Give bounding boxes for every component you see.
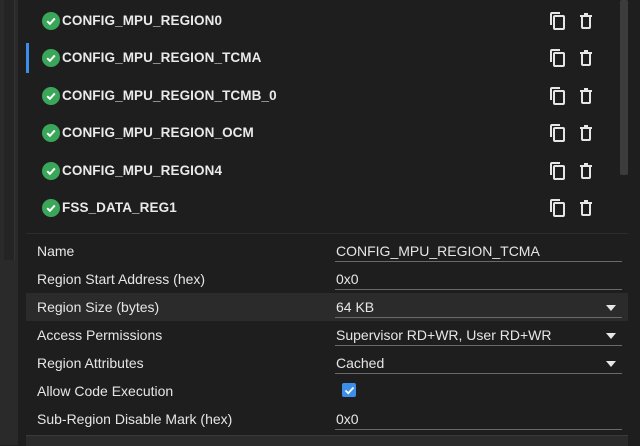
properties-panel: Name CONFIG_MPU_REGION_TCMA Region Start… [26,236,628,445]
prop-label: Region Start Address (hex) [37,271,206,287]
scrollbar-thumb[interactable] [620,0,628,175]
chevron-down-icon [606,361,616,367]
copy-icon[interactable] [548,197,568,219]
region-name: CONFIG_MPU_REGION4 [62,163,223,178]
code-exec-checkbox[interactable] [342,383,356,397]
prop-row-name: Name CONFIG_MPU_REGION_TCMA [26,237,628,265]
chevron-down-icon [606,333,616,339]
copy-icon[interactable] [548,160,568,182]
prop-label: Sub-Region Disable Mark (hex) [37,411,233,427]
region-list: CONFIG_MPU_REGION0 CONFIG_MPU_REGION_TCM… [26,0,616,232]
access-permissions-select[interactable]: Supervisor RD+WR, User RD+WR [335,324,622,346]
trash-icon[interactable] [576,197,596,219]
copy-icon[interactable] [548,10,568,32]
bottom-bar [26,435,628,446]
prop-row-access: Access Permissions Supervisor RD+WR, Use… [26,321,628,349]
region-item-2[interactable]: CONFIG_MPU_REGION_TCMB_0 [26,77,616,114]
region-name: CONFIG_MPU_REGION_TCMA [62,50,262,65]
prop-label: Name [37,243,75,259]
trash-icon[interactable] [576,85,596,107]
region-attributes-select[interactable]: Cached [335,352,622,374]
prop-label: Access Permissions [37,327,163,343]
check-circle-icon [42,48,60,67]
region-name: CONFIG_MPU_REGION_OCM [62,125,254,140]
list-scrollbar[interactable] [620,0,628,232]
region-item-3[interactable]: CONFIG_MPU_REGION_OCM [26,114,616,151]
prop-label: Region Attributes [37,355,144,371]
region-name: CONFIG_MPU_REGION_TCMB_0 [62,88,277,103]
trash-icon[interactable] [576,10,596,32]
region-name: CONFIG_MPU_REGION0 [62,13,223,28]
check-circle-icon [42,198,60,217]
trash-icon[interactable] [576,122,596,144]
prop-row-subregion: Sub-Region Disable Mark (hex) 0x0 [26,405,628,433]
prop-label: Allow Code Execution [37,383,174,399]
check-circle-icon [42,161,60,180]
check-circle-icon [42,11,60,30]
selection-indicator [26,43,29,73]
prop-row-attributes: Region Attributes Cached [26,349,628,377]
region-name: FSS_DATA_REG1 [62,200,177,215]
name-field[interactable]: CONFIG_MPU_REGION_TCMA [335,240,622,262]
region-item-1[interactable]: CONFIG_MPU_REGION_TCMA [26,39,616,76]
copy-icon[interactable] [548,47,568,69]
prop-row-size: Region Size (bytes) 64 KB [26,293,628,321]
divider [26,233,628,234]
prop-label: Region Size (bytes) [37,299,160,315]
chevron-down-icon [606,305,616,311]
copy-icon[interactable] [548,85,568,107]
left-panel-edge [0,0,18,445]
prop-row-start-address: Region Start Address (hex) 0x0 [26,265,628,293]
copy-icon[interactable] [548,122,568,144]
prop-row-code-exec: Allow Code Execution [26,377,628,405]
check-circle-icon [42,123,60,142]
region-item-0[interactable]: CONFIG_MPU_REGION0 [26,2,616,39]
region-size-select[interactable]: 64 KB [335,296,622,318]
start-address-field[interactable]: 0x0 [335,268,622,290]
region-item-5[interactable]: FSS_DATA_REG1 [26,189,616,226]
region-item-4[interactable]: CONFIG_MPU_REGION4 [26,152,616,189]
trash-icon[interactable] [576,47,596,69]
subregion-field[interactable]: 0x0 [335,408,622,430]
check-circle-icon [42,86,60,105]
trash-icon[interactable] [576,160,596,182]
